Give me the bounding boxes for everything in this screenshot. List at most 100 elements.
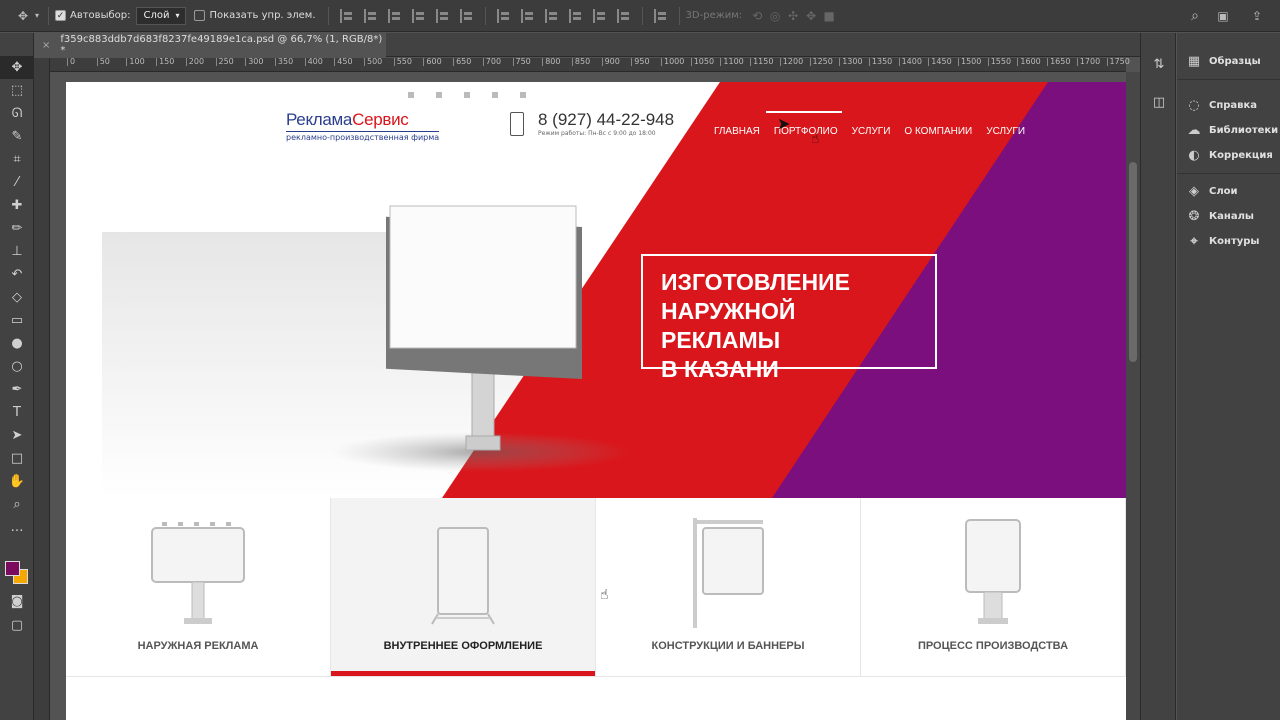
- category-interior[interactable]: ВНУТРЕННЕЕ ОФОРМЛЕНИЕ: [331, 498, 596, 676]
- gradient-tool-icon[interactable]: ▭: [0, 309, 34, 332]
- panel-layers[interactable]: ◈ Слои: [1177, 179, 1280, 204]
- distribute-top-icon[interactable]: [496, 8, 511, 23]
- properties-panel-icon[interactable]: ◫: [1141, 91, 1177, 114]
- ruler-tick: 1200: [779, 58, 803, 66]
- nav-item-services-2[interactable]: УСЛУГИ: [986, 126, 1025, 137]
- ruler-tick: 0: [67, 58, 75, 66]
- foreground-color-swatch[interactable]: [5, 561, 20, 576]
- ruler-tick: 1050: [690, 58, 714, 66]
- panel-adjustments[interactable]: ◐ Коррекция: [1177, 143, 1280, 168]
- distribute-vcenter-icon[interactable]: [520, 8, 535, 23]
- logo-part1: Реклама: [286, 110, 353, 129]
- align-left-icon[interactable]: [411, 8, 426, 23]
- hand-tool-icon[interactable]: ✋: [0, 470, 34, 493]
- align-right-icon[interactable]: [459, 8, 474, 23]
- channels-icon: ❂: [1188, 209, 1200, 224]
- quick-mask-icon[interactable]: ◙: [0, 590, 34, 613]
- ruler-tick: 450: [334, 58, 353, 66]
- vertical-scrollbar[interactable]: [1126, 72, 1140, 720]
- ruler-tick: 1350: [868, 58, 892, 66]
- billboard-icon: [151, 522, 245, 624]
- collapsed-panels: ⇅ ◫: [1140, 33, 1176, 720]
- nav-item-services[interactable]: УСЛУГИ: [852, 126, 891, 137]
- show-controls-checkbox[interactable]: [194, 10, 206, 21]
- dodge-tool-icon[interactable]: ○: [0, 355, 34, 378]
- screen-mode-icon[interactable]: ▢: [0, 614, 34, 637]
- nav-item-home[interactable]: ГЛАВНАЯ: [714, 126, 760, 137]
- ruler-tick: 800: [542, 58, 560, 66]
- history-brush-tool-icon[interactable]: ↶: [0, 263, 34, 286]
- category-constructions[interactable]: КОНСТРУКЦИИ И БАННЕРЫ: [596, 498, 861, 676]
- ruler-tick: 400: [304, 58, 323, 66]
- scrollbar-thumb[interactable]: [1129, 162, 1137, 362]
- close-icon[interactable]: ×: [42, 40, 50, 51]
- move-tool-icon[interactable]: ✥: [14, 7, 32, 25]
- zoom-tool-icon[interactable]: ⌕: [0, 493, 34, 516]
- marquee-tool-icon[interactable]: ⬚: [0, 79, 34, 102]
- share-icon[interactable]: ⇪: [1248, 7, 1266, 25]
- autoselect-label: Автовыбор:: [70, 10, 131, 21]
- history-panel-icon[interactable]: ⇅: [1141, 53, 1177, 76]
- panel-channels[interactable]: ❂ Каналы: [1177, 204, 1280, 229]
- panel-label: Каналы: [1209, 211, 1254, 222]
- ruler-tick: 300: [245, 58, 263, 66]
- autoselect-select[interactable]: Слой ▾: [136, 6, 187, 25]
- align-vcenter-icon[interactable]: [363, 8, 378, 23]
- phone-number[interactable]: 8 (927) 44-22-948: [538, 110, 674, 130]
- search-icon[interactable]: ⌕: [1186, 7, 1204, 25]
- roll-3d-icon[interactable]: ◎: [766, 7, 784, 25]
- distribute-left-icon[interactable]: [568, 8, 583, 23]
- category-production[interactable]: ПРОЦЕСС ПРОИЗВОДСТВА: [861, 498, 1126, 676]
- panel-label: Контуры: [1209, 236, 1260, 247]
- panel-help[interactable]: ◌ Справка: [1177, 93, 1280, 118]
- ruler-tick: 550: [393, 58, 412, 66]
- blur-tool-icon[interactable]: ●: [0, 332, 34, 355]
- distribute-hcenter-icon[interactable]: [592, 8, 607, 23]
- quick-select-tool-icon[interactable]: ✎: [0, 125, 34, 148]
- distribute-bottom-icon[interactable]: [544, 8, 559, 23]
- document-tab[interactable]: × f359c883ddb7d683f8237fe49189e1ca.psd @…: [34, 33, 386, 57]
- type-tool-icon[interactable]: T: [0, 401, 34, 424]
- pen-tool-icon[interactable]: ✒: [0, 378, 34, 401]
- drag-3d-icon[interactable]: ✣: [784, 7, 802, 25]
- rectangle-tool-icon[interactable]: □: [0, 447, 34, 470]
- align-bottom-icon[interactable]: [387, 8, 402, 23]
- show-controls-label: Показать упр. элем.: [209, 10, 316, 21]
- panel-paths[interactable]: ⌖ Контуры: [1177, 229, 1280, 254]
- document-canvas[interactable]: РекламаСервис рекламно-производственная …: [66, 82, 1126, 720]
- ruler-tick: 1000: [661, 58, 684, 66]
- align-hcenter-icon[interactable]: [435, 8, 450, 23]
- panel-swatches[interactable]: ▦ Образцы: [1177, 49, 1280, 74]
- more-tools-icon[interactable]: …: [0, 516, 34, 539]
- headline-line-3: В КАЗАНИ: [661, 356, 779, 382]
- workspace-icon[interactable]: ▣: [1214, 7, 1232, 25]
- eyedropper-tool-icon[interactable]: ⁄: [0, 171, 34, 194]
- eraser-tool-icon[interactable]: ◇: [0, 286, 34, 309]
- nav-item-about[interactable]: О КОМПАНИИ: [904, 126, 972, 137]
- ruler-tick: 1450: [928, 58, 952, 66]
- hero-background: [66, 82, 1126, 498]
- horizontal-ruler[interactable]: 0 50 100 150 200 250 300 350 400 450 500 550 600 650 7…: [50, 58, 1130, 72]
- brush-tool-icon[interactable]: ✏: [0, 217, 34, 240]
- stamp-tool-icon[interactable]: ⊥: [0, 240, 34, 263]
- healing-brush-tool-icon[interactable]: ✚: [0, 194, 34, 217]
- site-nav: ГЛАВНАЯ ПОРТФОЛИО УСЛУГИ О КОМПАНИИ УСЛУ…: [714, 111, 1025, 137]
- paths-icon: ⌖: [1190, 234, 1198, 249]
- hanging-sign-icon: [693, 518, 764, 628]
- rotate-3d-icon[interactable]: ⟲: [748, 7, 766, 25]
- slide-3d-icon[interactable]: ✥: [802, 7, 820, 25]
- auto-align-icon[interactable]: [653, 8, 668, 23]
- scale-3d-icon[interactable]: ■: [820, 7, 838, 25]
- site-logo[interactable]: РекламаСервис рекламно-производственная …: [286, 110, 440, 142]
- chevron-down-icon[interactable]: ▾: [32, 7, 42, 25]
- align-top-icon[interactable]: [339, 8, 354, 23]
- autoselect-checkbox[interactable]: ✓: [55, 10, 66, 21]
- vertical-ruler[interactable]: [34, 58, 50, 720]
- distribute-right-icon[interactable]: [616, 8, 631, 23]
- category-outdoor[interactable]: НАРУЖНАЯ РЕКЛАМА: [66, 498, 331, 676]
- lasso-tool-icon[interactable]: ᘏ: [0, 102, 34, 125]
- crop-tool-icon[interactable]: ⌗: [0, 148, 34, 171]
- move-tool-icon[interactable]: ✥: [0, 56, 34, 79]
- panel-libraries[interactable]: ☁ Библиотеки: [1177, 118, 1280, 143]
- path-select-tool-icon[interactable]: ➤: [0, 424, 34, 447]
